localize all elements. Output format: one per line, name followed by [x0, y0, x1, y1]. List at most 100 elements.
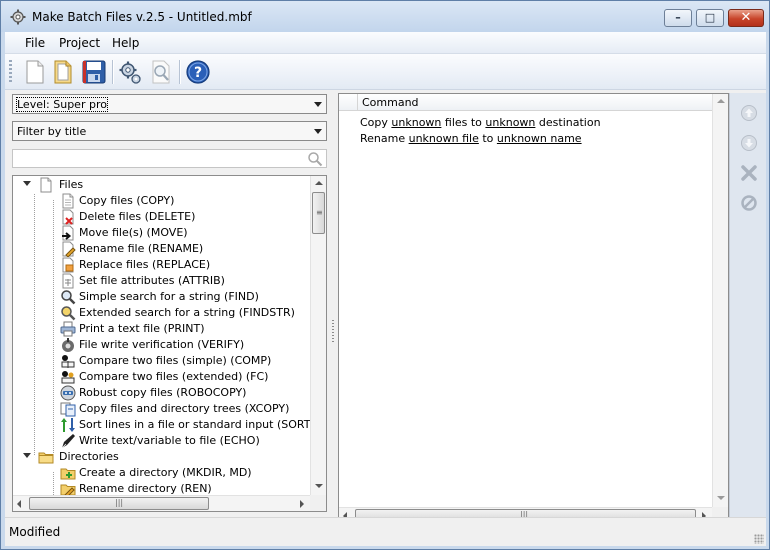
menu-help[interactable]: Help	[112, 36, 139, 50]
scroll-down-icon[interactable]	[315, 484, 323, 488]
client-area: File Project Help ? Level: Super pro Fil…	[5, 32, 766, 546]
app-window: Make Batch Files v.2.5 - Untitled.mbf – …	[0, 0, 770, 550]
tree-item[interactable]: Copy files (COPY)	[13, 193, 309, 209]
tree-item[interactable]: Copy files and directory trees (XCOPY)	[13, 401, 309, 417]
save-file-button[interactable]	[81, 58, 107, 86]
scroll-up-icon[interactable]	[717, 99, 725, 103]
move-up-button[interactable]	[740, 104, 758, 122]
help-button[interactable]: ?	[185, 58, 211, 86]
scroll-down-icon[interactable]	[717, 496, 725, 500]
file-link[interactable]: unknown file	[409, 132, 479, 145]
tree-item-label: Copy files and directory trees (XCOPY)	[79, 402, 290, 415]
scroll-left-icon[interactable]	[17, 500, 21, 508]
move-down-button[interactable]	[740, 134, 758, 152]
scroll-up-icon[interactable]	[315, 181, 323, 185]
chevron-down-icon	[314, 102, 322, 107]
destination-link[interactable]: unknown	[485, 116, 535, 129]
menu-file[interactable]: File	[25, 36, 45, 50]
scroll-right-icon[interactable]	[300, 500, 304, 508]
command-text: files to	[441, 116, 486, 129]
move-file-icon	[60, 225, 76, 241]
tree-item-label: Rename directory (REN)	[79, 482, 212, 495]
command-row[interactable]: Copy unknown files to unknown destinatio…	[360, 116, 601, 129]
toolbar: ?	[5, 54, 766, 90]
tree-vertical-scrollbar[interactable]: ≡	[310, 176, 326, 495]
xcopy-icon	[60, 401, 76, 417]
tree-item[interactable]: Compare two files (simple) (COMP)	[13, 353, 309, 369]
command-text: to	[478, 132, 497, 145]
command-list-header: Command	[339, 94, 712, 111]
tree-scroll-thumb[interactable]: ≡	[312, 192, 325, 234]
tree-item[interactable]: Extended search for a string (FINDSTR)	[13, 305, 309, 321]
rename-file-icon	[60, 241, 76, 258]
help-icon: ?	[186, 60, 210, 84]
menu-project[interactable]: Project	[59, 36, 100, 50]
command-list[interactable]: Command Copy unknown files to unknown de…	[338, 93, 729, 524]
tree-item[interactable]: Replace files (REPLACE)	[13, 257, 309, 273]
open-file-icon	[54, 60, 72, 84]
tree-item-label: Create a directory (MKDIR, MD)	[79, 466, 252, 479]
settings-gears-icon	[119, 61, 141, 84]
open-file-button[interactable]	[50, 58, 76, 86]
search-input[interactable]	[12, 149, 327, 168]
settings-button[interactable]	[118, 58, 144, 86]
preview-button[interactable]	[148, 58, 174, 86]
expander-icon[interactable]	[23, 453, 31, 458]
panel-splitter[interactable]	[332, 320, 334, 344]
tree-item[interactable]: Rename file (RENAME)	[13, 241, 309, 258]
tree-item[interactable]: File write verification (VERIFY)	[13, 337, 309, 353]
command-row[interactable]: Rename unknown file to unknown name	[360, 132, 582, 145]
column-header-command[interactable]: Command	[362, 96, 419, 109]
source-link[interactable]: unknown	[391, 116, 441, 129]
find-icon	[60, 289, 76, 305]
maximize-button[interactable]: □	[696, 9, 724, 27]
tree-group-directories[interactable]: Directories	[13, 449, 309, 465]
tree-item[interactable]: Create a directory (MKDIR, MD)	[13, 465, 309, 481]
compare-extended-icon	[60, 369, 76, 385]
expander-icon[interactable]	[23, 181, 31, 186]
status-bar: Modified	[5, 517, 766, 546]
delete-command-button[interactable]	[740, 164, 758, 182]
level-select-value: Level: Super pro	[16, 97, 108, 112]
move-up-icon	[741, 105, 757, 121]
tree-hscroll-thumb[interactable]: |||	[29, 497, 209, 510]
title-bar[interactable]: Make Batch Files v.2.5 - Untitled.mbf – …	[1, 1, 769, 32]
chevron-down-icon	[314, 129, 322, 134]
tree-horizontal-scrollbar[interactable]: |||	[13, 495, 310, 511]
column-separator	[357, 94, 358, 110]
minimize-button[interactable]: –	[664, 9, 692, 27]
tree-item-label: Delete files (DELETE)	[79, 210, 196, 223]
robocopy-icon	[60, 385, 76, 401]
tree-item[interactable]: Delete files (DELETE)	[13, 209, 309, 225]
thumb-grip-icon: ≡	[316, 208, 323, 217]
findstr-icon	[60, 305, 76, 321]
thumb-grip-icon: |||	[115, 498, 124, 507]
search-icon	[308, 152, 323, 167]
tree-item[interactable]: Print a text file (PRINT)	[13, 321, 309, 337]
command-tree[interactable]: Files Copy files (COPY) Delete files (DELE…	[12, 175, 327, 512]
tree-item[interactable]: Simple search for a string (FIND)	[13, 289, 309, 305]
name-link[interactable]: unknown name	[497, 132, 582, 145]
copy-icon	[60, 193, 76, 209]
tree-item[interactable]: Robust copy files (ROBOCOPY)	[13, 385, 309, 401]
level-select[interactable]: Level: Super pro	[12, 94, 327, 114]
new-file-button[interactable]	[21, 58, 47, 86]
minimize-icon: –	[675, 11, 681, 24]
filter-select[interactable]: Filter by title	[12, 121, 327, 141]
tree-group-files[interactable]: Files	[13, 177, 309, 193]
tree-item[interactable]: Set file attributes (ATTRIB)	[13, 273, 309, 289]
tree-item-label: Sort lines in a file or standard input (…	[79, 418, 315, 431]
tree-item[interactable]: Compare two files (extended) (FC)	[13, 369, 309, 385]
toolbar-grip[interactable]	[9, 60, 12, 84]
sort-icon	[60, 417, 76, 433]
file-group-icon	[38, 177, 54, 193]
tree-item[interactable]: Sort lines in a file or standard input (…	[13, 417, 315, 433]
resize-grip-icon[interactable]	[754, 534, 764, 544]
command-text: destination	[535, 116, 601, 129]
command-vertical-scrollbar[interactable]	[712, 94, 728, 507]
svg-text:?: ?	[194, 65, 202, 81]
close-button[interactable]: ✕	[728, 9, 764, 27]
disable-command-button[interactable]	[740, 194, 758, 212]
tree-item[interactable]: Write text/variable to file (ECHO)	[13, 433, 309, 449]
tree-item[interactable]: Move file(s) (MOVE)	[13, 225, 309, 241]
